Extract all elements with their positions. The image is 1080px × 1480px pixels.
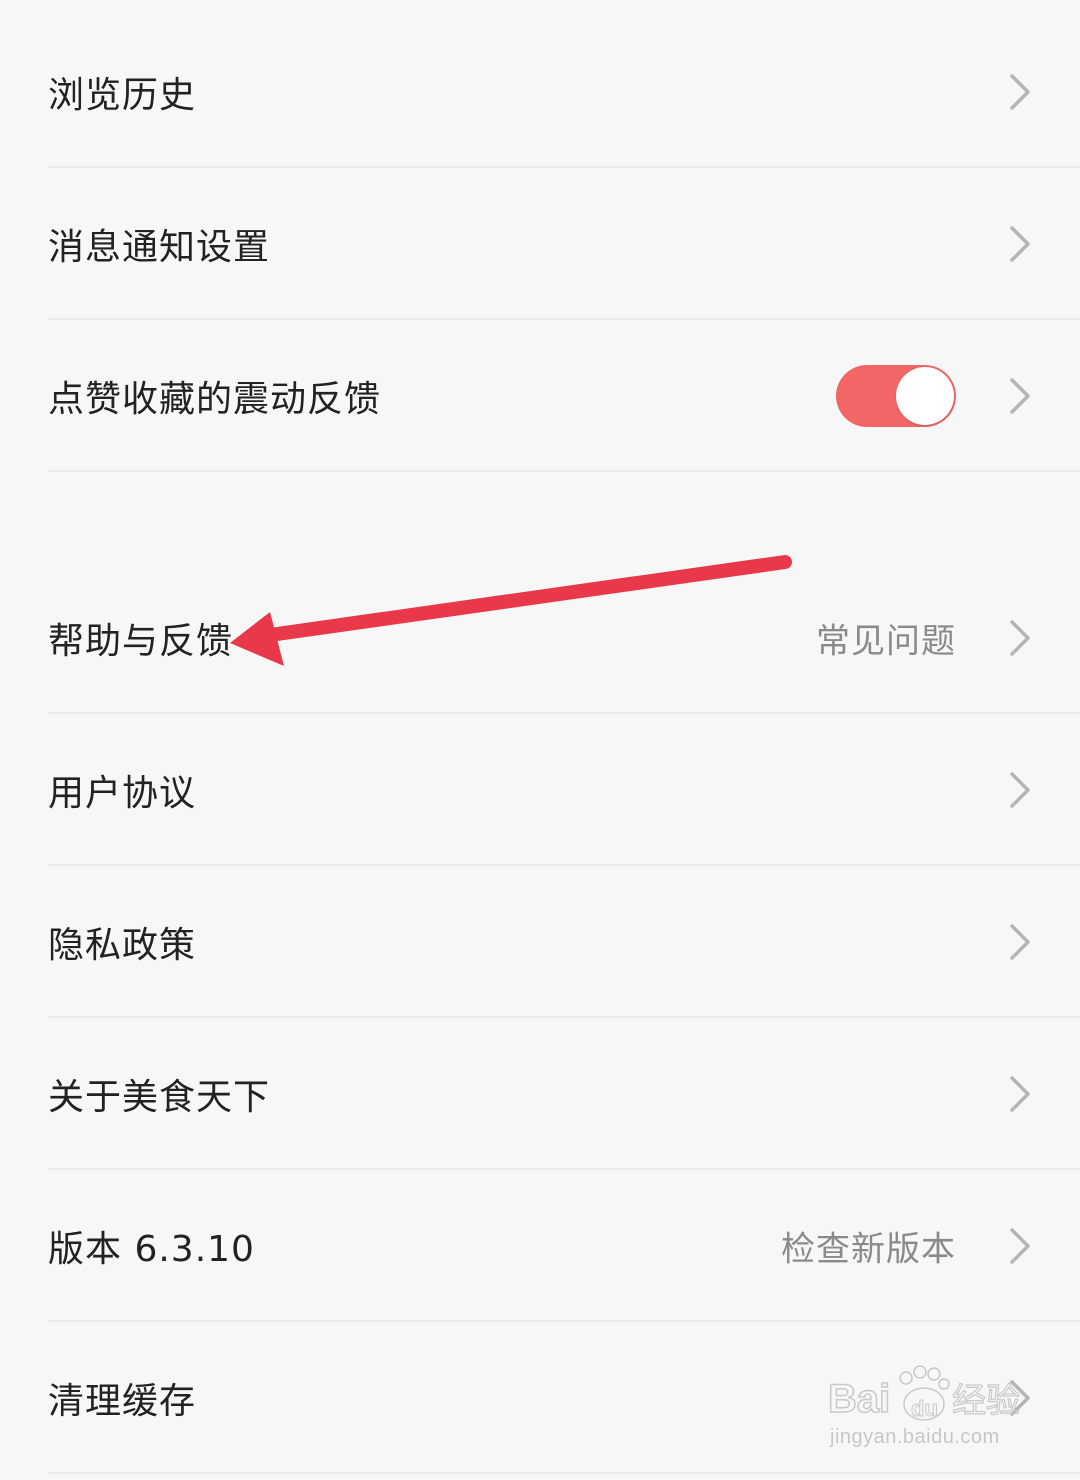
settings-item-version[interactable]: 版本 6.3.10 检查新版本 xyxy=(0,1170,1080,1322)
settings-item-browse-history[interactable]: 浏览历史 xyxy=(0,16,1080,168)
settings-item-label: 隐私政策 xyxy=(48,925,197,966)
settings-item-help-feedback[interactable]: 帮助与反馈 常见问题 xyxy=(0,562,1080,714)
divider xyxy=(48,470,1080,472)
baidu-watermark: Bai du 经验 jingyan.baidu.com xyxy=(826,1364,1026,1459)
chevron-right-icon xyxy=(1010,924,1030,960)
chevron-right-icon xyxy=(1010,1076,1030,1112)
settings-item-privacy-policy[interactable]: 隐私政策 xyxy=(0,866,1080,1018)
vibration-toggle[interactable] xyxy=(836,365,956,427)
settings-item-hint: 常见问题 xyxy=(816,621,956,662)
settings-item-vibration-feedback[interactable]: 点赞收藏的震动反馈 xyxy=(0,320,1080,472)
chevron-right-icon xyxy=(1010,620,1030,656)
settings-item-user-agreement[interactable]: 用户协议 xyxy=(0,714,1080,866)
chevron-right-icon xyxy=(1010,1228,1030,1264)
settings-item-label: 用户协议 xyxy=(48,773,197,814)
settings-item-label: 版本 6.3.10 xyxy=(48,1229,255,1270)
settings-item-hint: 检查新版本 xyxy=(781,1229,956,1270)
settings-item-label: 点赞收藏的震动反馈 xyxy=(48,379,382,420)
watermark-logo-cn: 经验 xyxy=(952,1381,1020,1421)
chevron-right-icon xyxy=(1010,74,1030,110)
chevron-right-icon xyxy=(1010,772,1030,808)
baidu-paw-logo-icon: Bai du 经验 xyxy=(827,1365,1021,1422)
chevron-right-icon xyxy=(1010,226,1030,262)
watermark-logo-text: Bai xyxy=(828,1377,890,1421)
settings-item-about[interactable]: 关于美食天下 xyxy=(0,1018,1080,1170)
chevron-right-icon xyxy=(1010,378,1030,414)
settings-item-label: 关于美食天下 xyxy=(48,1077,271,1118)
settings-item-label: 浏览历史 xyxy=(48,75,197,116)
divider xyxy=(48,1472,1080,1474)
settings-item-label: 清理缓存 xyxy=(48,1381,197,1422)
watermark-logo-text2: du xyxy=(911,1396,938,1421)
settings-item-label: 帮助与反馈 xyxy=(48,621,234,662)
watermark-url: jingyan.baidu.com xyxy=(830,1426,1000,1448)
settings-item-label: 消息通知设置 xyxy=(48,227,271,268)
settings-item-notification[interactable]: 消息通知设置 xyxy=(0,168,1080,320)
toggle-knob xyxy=(896,367,954,425)
